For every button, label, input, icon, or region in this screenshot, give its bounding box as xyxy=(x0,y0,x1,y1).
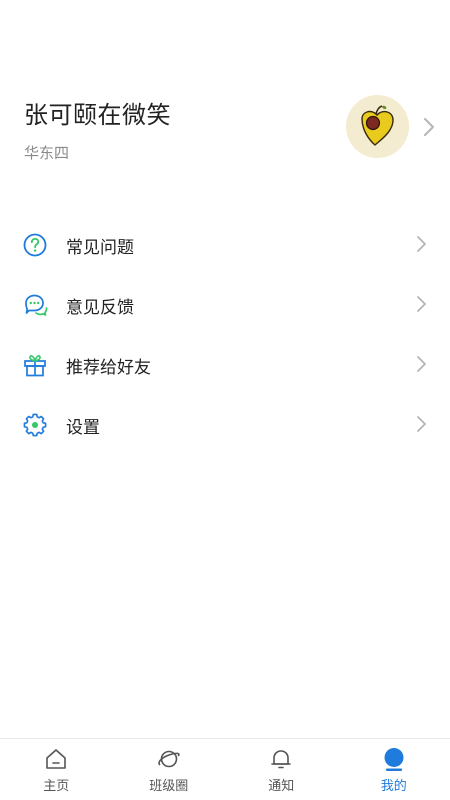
tab-label: 通知 xyxy=(268,779,295,794)
menu-item-faq[interactable]: 常见问题 xyxy=(0,214,450,274)
gear-icon xyxy=(22,412,48,438)
tab-class-circle[interactable]: 班级圈 xyxy=(113,739,226,800)
question-circle-icon xyxy=(22,232,48,258)
chevron-right-icon xyxy=(414,294,430,314)
tab-notifications[interactable]: 通知 xyxy=(225,739,338,800)
fruit-heart-avatar-icon xyxy=(346,95,409,158)
menu-item-label: 常见问题 xyxy=(66,238,134,258)
planet-icon xyxy=(157,747,181,771)
avatar[interactable] xyxy=(346,95,409,158)
home-icon xyxy=(44,747,68,771)
chevron-right-icon xyxy=(414,414,430,434)
user-icon xyxy=(382,747,406,771)
menu-item-label: 推荐给好友 xyxy=(66,358,151,378)
tab-home[interactable]: 主页 xyxy=(0,739,113,800)
menu-item-label: 意见反馈 xyxy=(66,298,134,318)
profile-header[interactable]: 张可颐在微笑 华东四 xyxy=(0,0,450,200)
menu-item-feedback[interactable]: 意见反馈 xyxy=(0,274,450,334)
tab-label: 主页 xyxy=(43,779,70,794)
menu-item-recommend[interactable]: 推荐给好友 xyxy=(0,334,450,394)
chat-bubbles-icon xyxy=(22,292,48,318)
chevron-right-icon xyxy=(414,234,430,254)
menu-list: 常见问题 意见反馈 推荐给好友 设置 xyxy=(0,214,450,454)
menu-item-label: 设置 xyxy=(66,418,100,438)
chevron-right-icon xyxy=(414,354,430,374)
profile-name: 张可颐在微笑 xyxy=(24,101,171,129)
bell-icon xyxy=(269,747,293,771)
bottom-tab-bar: 主页 班级圈 通知 我的 xyxy=(0,738,450,800)
profile-subtitle: 华东四 xyxy=(24,144,70,162)
tab-label: 班级圈 xyxy=(149,779,189,794)
tab-label: 我的 xyxy=(380,779,407,794)
menu-item-settings[interactable]: 设置 xyxy=(0,394,450,454)
profile-chevron-right-icon xyxy=(420,116,438,138)
gift-icon xyxy=(22,352,48,378)
tab-me[interactable]: 我的 xyxy=(338,739,450,800)
